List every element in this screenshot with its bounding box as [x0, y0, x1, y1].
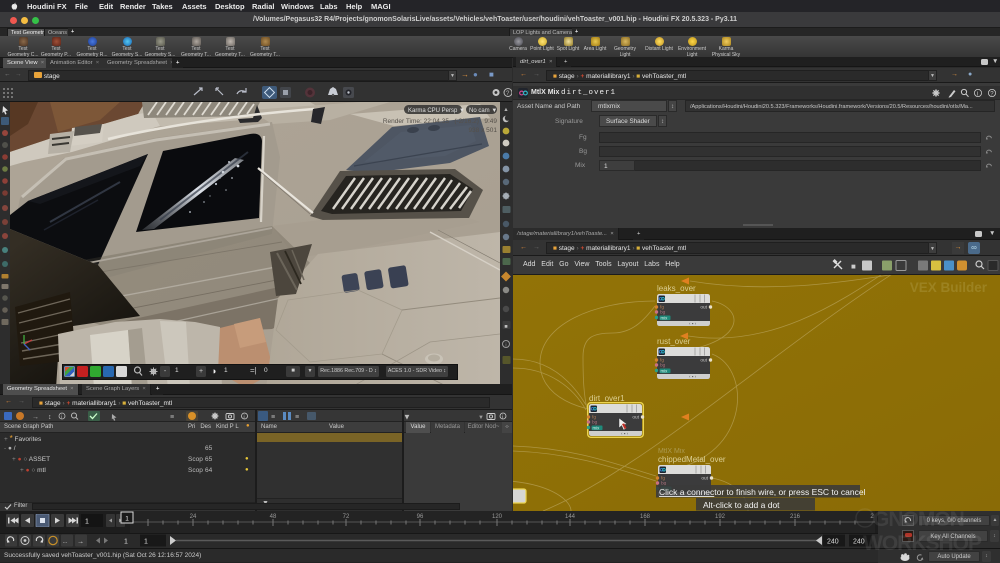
svg-text:≡: ≡: [170, 414, 174, 421]
svg-text:i: i: [502, 415, 503, 421]
svg-text:i: i: [61, 415, 62, 421]
svg-text:1: 1: [144, 539, 148, 546]
svg-text:≡: ≡: [271, 414, 275, 421]
svg-text:Render Time: 22:04.35 (-2/16: Render Time: 22:04.35 (-2/16.2) 9:49: [383, 118, 498, 125]
svg-text:▲: ▲: [503, 107, 508, 113]
svg-text:dirt_over1: dirt_over1: [589, 394, 625, 403]
svg-text:→: →: [77, 539, 84, 546]
svg-text:240: 240: [827, 539, 839, 546]
svg-text:Click a connector to finish wi: Click a connector to finish wire, or pre…: [659, 487, 866, 497]
svg-text:▼: ▼: [478, 415, 484, 421]
svg-text:leaks_over: leaks_over: [657, 284, 696, 293]
svg-text:i: i: [977, 92, 978, 98]
svg-text:■: ■: [851, 262, 856, 271]
svg-text:▼: ▼: [403, 413, 411, 422]
svg-text:↕: ↕: [48, 414, 52, 421]
svg-text:chippedMetal_over: chippedMetal_over: [658, 455, 726, 464]
svg-text:rust_over: rust_over: [657, 337, 691, 346]
svg-text:1: 1: [125, 516, 129, 523]
svg-text:240: 240: [853, 539, 865, 546]
svg-text:1: 1: [124, 539, 128, 546]
svg-text:Alt-click to add a dot: Alt-click to add a dot: [703, 500, 780, 510]
svg-text:...: ...: [63, 539, 68, 545]
svg-text:i: i: [244, 415, 245, 421]
svg-text:938 x 501: 938 x 501: [468, 127, 497, 134]
svg-text:→: →: [32, 414, 39, 421]
svg-text:■: ■: [504, 324, 507, 330]
svg-text:MtlX Mix: MtlX Mix: [658, 448, 685, 455]
svg-text:≡: ≡: [295, 414, 299, 421]
svg-text:Karma CPU Persp ▼: Karma CPU Persp ▼: [408, 108, 465, 114]
svg-text:i: i: [505, 343, 506, 349]
svg-text:No cam ▼: No cam ▼: [469, 108, 497, 114]
svg-text:VEX Builder: VEX Builder: [910, 280, 988, 295]
